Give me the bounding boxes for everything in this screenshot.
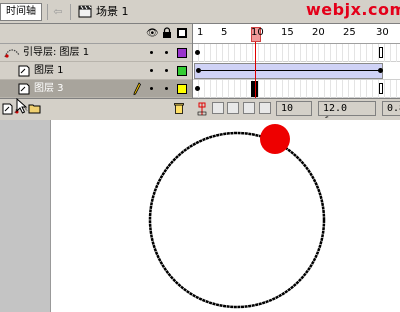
frame-rate-field: 12.0 fps	[318, 101, 376, 127]
scene-breadcrumb[interactable]: 场景 1	[96, 5, 129, 19]
frame-grid	[193, 80, 400, 98]
tick-label: 1	[197, 27, 204, 38]
toolbar-divider	[47, 4, 48, 20]
outline-toggle-icon[interactable]	[177, 28, 187, 38]
layer-name: 引导层: 图层 1	[23, 47, 90, 58]
layer-header: 👁	[0, 24, 192, 44]
frames-area[interactable]: 1 5 10 15 20 25 30	[192, 24, 400, 134]
clapperboard-icon	[78, 5, 92, 18]
layer-color-swatch[interactable]	[177, 84, 187, 94]
site-watermark: webjx.com	[306, 0, 400, 19]
visibility-dot[interactable]	[150, 87, 153, 90]
arrow-cursor-icon	[16, 98, 28, 114]
guide-layer-icon	[4, 49, 20, 58]
layer-name: 图层 1	[34, 65, 64, 76]
tick-label: 20	[312, 27, 325, 38]
frame-row-3[interactable]	[193, 80, 400, 98]
back-arrow-icon[interactable]: ⇦	[51, 3, 65, 21]
guide-path-circle[interactable]	[148, 131, 326, 309]
timeline-footer: 10 12.0 fps 0.8	[0, 98, 400, 127]
lock-dot[interactable]	[165, 87, 168, 90]
layer-color-swatch[interactable]	[177, 66, 187, 76]
layer-page-icon	[18, 83, 30, 95]
visibility-dot[interactable]	[150, 69, 153, 72]
layer-row-guide[interactable]: 引导层: 图层 1	[0, 44, 192, 62]
eye-icon[interactable]: 👁	[146, 28, 159, 39]
motion-tween-span[interactable]	[194, 63, 383, 79]
trash-icon[interactable]	[174, 102, 184, 114]
stage-workspace[interactable]	[0, 98, 400, 312]
timeline-tab[interactable]: 时间轴	[0, 3, 42, 21]
timeline-tab-bar: 时间轴 ⇦ 场景 1 webjx.com	[0, 0, 400, 24]
lock-icon[interactable]	[162, 27, 172, 39]
onion-skin-outlines-button[interactable]	[227, 102, 239, 114]
pencil-icon	[133, 82, 141, 96]
layer-name: 图层 3	[34, 83, 64, 94]
red-ball[interactable]	[260, 124, 290, 154]
edit-multiple-frames-button[interactable]	[243, 102, 255, 114]
layer-color-swatch[interactable]	[177, 48, 187, 58]
keyframe-dot[interactable]	[195, 86, 200, 91]
frame-row-1[interactable]	[193, 62, 400, 80]
current-frame-field: 10	[276, 101, 312, 116]
elapsed-time-field: 0.8	[382, 101, 400, 116]
tick-label: 25	[343, 27, 356, 38]
insert-folder-icon[interactable]	[28, 102, 42, 115]
toolbar-divider	[70, 4, 71, 20]
stage-canvas[interactable]	[50, 120, 400, 312]
insert-layer-icon[interactable]	[2, 102, 14, 115]
layer-row-1[interactable]: 图层 1	[0, 62, 192, 80]
frame-grid	[193, 44, 400, 62]
timeline-panel: 👁 引导层: 图层 1 图层 1 图层 3 1 5 10 15 20 25 30…	[0, 24, 400, 134]
keyframe-dot[interactable]	[195, 50, 200, 55]
frame-end-marker[interactable]	[379, 83, 383, 94]
frame-ruler[interactable]: 1 5 10 15 20 25 30	[193, 24, 400, 44]
layer-page-icon	[18, 65, 30, 77]
layer-row-3[interactable]: 图层 3	[0, 80, 192, 98]
frame-row-guide[interactable]	[193, 44, 400, 62]
tick-label: 30	[376, 27, 389, 38]
tick-label: 15	[281, 27, 294, 38]
keyframe-dot[interactable]	[378, 68, 383, 73]
onion-skin-button[interactable]	[212, 102, 224, 114]
stage-artwork	[148, 124, 326, 309]
frame-end-marker[interactable]	[379, 47, 383, 58]
tick-label: 5	[221, 27, 228, 38]
visibility-dot[interactable]	[150, 51, 153, 54]
lock-dot[interactable]	[165, 51, 168, 54]
tween-arrow	[201, 70, 381, 71]
center-frame-icon[interactable]	[197, 102, 207, 116]
modify-onion-markers-button[interactable]	[259, 102, 271, 114]
tick-label: 10	[251, 27, 264, 38]
flash-authoring-window: 时间轴 ⇦ 场景 1 webjx.com 👁 引导层: 图层 1 图层 1 图层…	[0, 0, 400, 312]
lock-dot[interactable]	[165, 69, 168, 72]
